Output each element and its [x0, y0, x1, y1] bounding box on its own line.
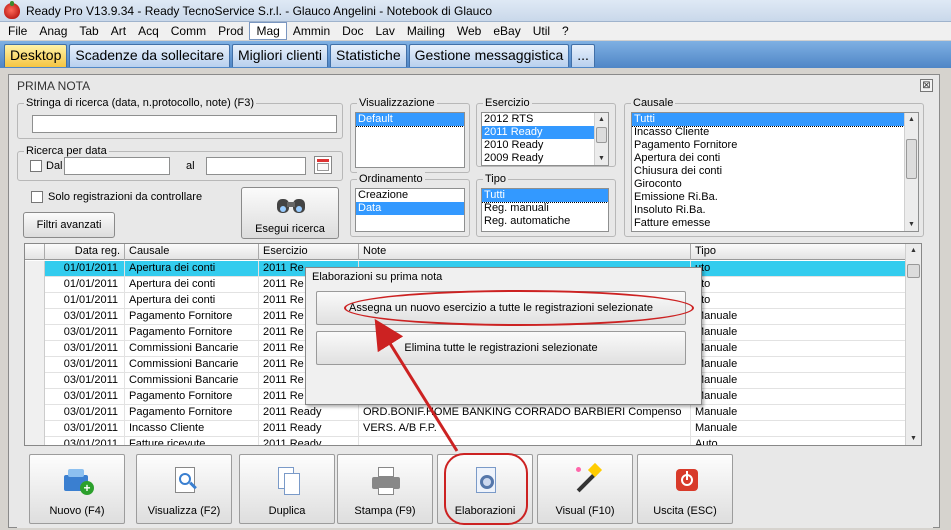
annotation-arrow	[374, 318, 459, 452]
menu-util[interactable]: Util	[527, 22, 556, 40]
window-title: Ready Pro V13.9.34 - Ready TecnoService …	[26, 4, 493, 18]
strawberry-icon	[4, 1, 20, 19]
menu-web[interactable]: Web	[451, 22, 487, 40]
tab-scadenze[interactable]: Scadenze da sollecitare	[69, 44, 231, 67]
tab-messaggistica[interactable]: Gestione messaggistica	[408, 44, 570, 67]
menu-art[interactable]: Art	[105, 22, 132, 40]
menu-lav[interactable]: Lav	[370, 22, 401, 40]
menu-file[interactable]: File	[2, 22, 33, 40]
prima-nota-window: PRIMA NOTA ⊠ Stringa di ricerca (data, n…	[8, 74, 940, 528]
menu-acq[interactable]: Acq	[132, 22, 165, 40]
menu-comm[interactable]: Comm	[165, 22, 212, 40]
tab-bar: Desktop Scadenze da sollecitare Migliori…	[0, 41, 951, 68]
menu-mailing[interactable]: Mailing	[401, 22, 451, 40]
menu-tab[interactable]: Tab	[73, 22, 104, 40]
tab-statistiche[interactable]: Statistiche	[330, 44, 407, 67]
menu-doc[interactable]: Doc	[336, 22, 369, 40]
menu-mag[interactable]: Mag	[249, 22, 287, 40]
tab-desktop[interactable]: Desktop	[4, 44, 68, 67]
menu-prod[interactable]: Prod	[212, 22, 249, 40]
menu-anag[interactable]: Anag	[33, 22, 73, 40]
title-bar: Ready Pro V13.9.34 - Ready TecnoService …	[0, 0, 951, 22]
menu-ammin[interactable]: Ammin	[287, 22, 336, 40]
menu-bar: File Anag Tab Art Acq Comm Prod Mag Ammi…	[0, 22, 951, 41]
tab-more[interactable]: ...	[571, 44, 595, 67]
tab-migliori-clienti[interactable]: Migliori clienti	[232, 44, 329, 67]
menu-help[interactable]: ?	[556, 22, 575, 40]
menu-ebay[interactable]: eBay	[487, 22, 526, 40]
